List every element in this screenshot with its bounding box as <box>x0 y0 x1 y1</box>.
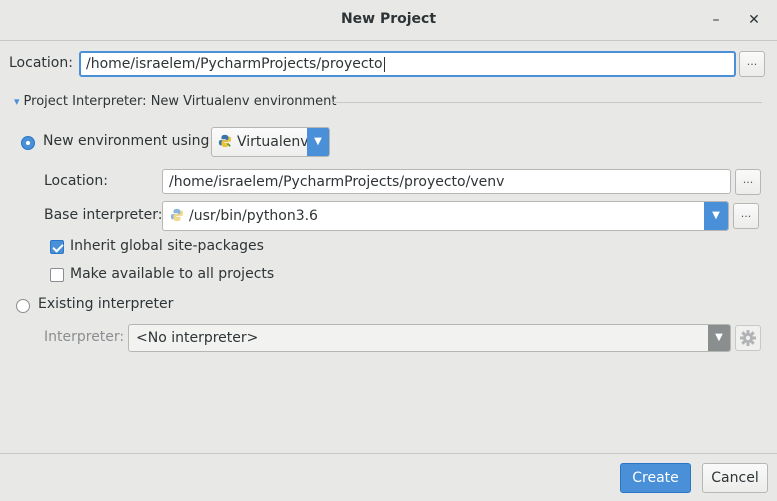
location-input[interactable]: /home/israelem/PycharmProjects/proyecto <box>79 51 736 77</box>
make-available-checkbox[interactable] <box>50 268 64 282</box>
existing-interpreter-radio[interactable] <box>16 299 30 313</box>
location-browse-button[interactable]: ... <box>739 51 765 77</box>
make-available-label: Make available to all projects <box>70 266 275 282</box>
interpreter-section-title: Project Interpreter: New Virtualenv envi… <box>23 94 337 109</box>
interpreter-value: <No interpreter> <box>136 330 259 346</box>
environment-tool-select[interactable]: Virtualenv ▼ <box>211 127 330 157</box>
chevron-down-icon: ▼ <box>704 202 728 230</box>
minimize-button[interactable]: – <box>706 10 726 30</box>
create-button[interactable]: Create <box>620 463 691 493</box>
text-caret <box>383 56 385 72</box>
chevron-down-icon: ▼ <box>307 128 329 156</box>
title-bar: New Project – ✕ <box>0 0 777 41</box>
venv-location-value: /home/israelem/PycharmProjects/proyecto/… <box>169 174 505 190</box>
gear-icon <box>740 330 756 346</box>
base-interpreter-value: /usr/bin/python3.6 <box>189 208 318 224</box>
interpreter-label: Interpreter: <box>44 329 125 345</box>
location-label: Location: <box>9 55 73 71</box>
inherit-site-packages-label: Inherit global site-packages <box>70 238 264 254</box>
interpreter-select[interactable]: <No interpreter> ▼ <box>128 324 731 352</box>
base-interpreter-select[interactable]: /usr/bin/python3.6 ▼ <box>162 201 729 231</box>
base-interpreter-label: Base interpreter: <box>44 207 163 223</box>
venv-location-label: Location: <box>44 173 108 189</box>
venv-location-input[interactable]: /home/israelem/PycharmProjects/proyecto/… <box>162 169 731 194</box>
section-divider <box>332 102 762 103</box>
interpreter-section-header[interactable]: ▾ Project Interpreter: New Virtualenv env… <box>14 94 337 109</box>
base-interpreter-browse-button[interactable]: ... <box>733 203 759 229</box>
inherit-site-packages-checkbox[interactable] <box>50 240 64 254</box>
existing-interpreter-label: Existing interpreter <box>38 296 174 312</box>
python-icon <box>170 208 184 222</box>
expand-triangle-icon: ▾ <box>14 95 20 108</box>
environment-tool-value: Virtualenv <box>237 134 309 150</box>
cancel-button[interactable]: Cancel <box>702 463 768 493</box>
location-input-value: /home/israelem/PycharmProjects/proyecto <box>86 56 383 72</box>
interpreter-settings-button[interactable] <box>735 325 761 351</box>
chevron-down-icon: ▼ <box>708 325 730 351</box>
window-title: New Project <box>340 11 437 27</box>
virtualenv-python-icon <box>218 134 232 148</box>
new-environment-radio[interactable] <box>21 136 35 150</box>
venv-location-browse-button[interactable]: ... <box>735 169 761 195</box>
close-button[interactable]: ✕ <box>744 10 764 30</box>
footer-divider <box>0 453 777 454</box>
new-environment-label: New environment using <box>43 133 210 149</box>
